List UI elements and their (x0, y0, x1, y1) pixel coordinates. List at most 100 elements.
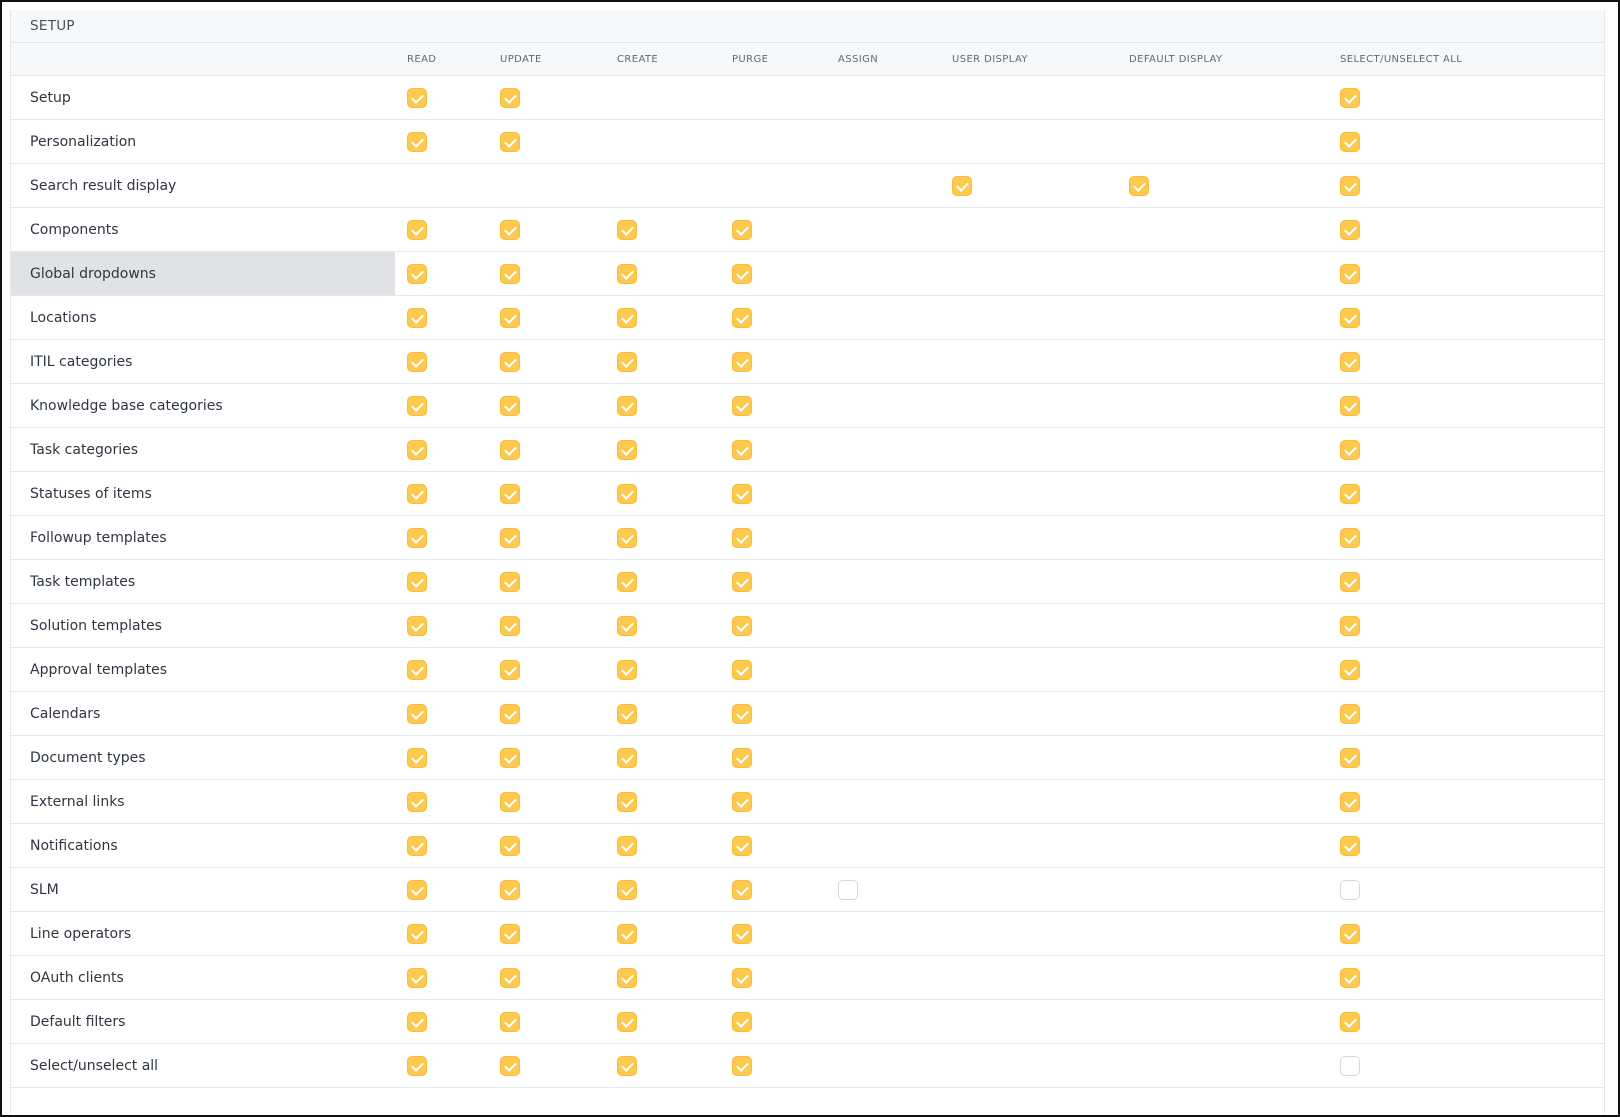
checkbox-read[interactable] (407, 351, 427, 372)
checkbox-create[interactable] (617, 967, 637, 988)
checkbox-create[interactable] (617, 835, 637, 856)
checkbox-purge[interactable] (732, 263, 752, 284)
checkbox-purge[interactable] (732, 527, 752, 548)
checkbox-create[interactable] (617, 483, 637, 504)
checkbox-select_all[interactable] (1340, 1055, 1360, 1076)
checkbox-read[interactable] (407, 615, 427, 636)
checkbox-select_all[interactable] (1340, 131, 1360, 152)
checkbox-create[interactable] (617, 219, 637, 240)
checkbox-purge[interactable] (732, 1055, 752, 1076)
checkbox-select_all[interactable] (1340, 527, 1360, 548)
checkbox-create[interactable] (617, 571, 637, 592)
checkbox-select_all[interactable] (1340, 175, 1360, 196)
checkbox-purge[interactable] (732, 219, 752, 240)
checkbox-select_all[interactable] (1340, 307, 1360, 328)
checkbox-select_all[interactable] (1340, 483, 1360, 504)
checkbox-update[interactable] (500, 923, 520, 944)
checkbox-read[interactable] (407, 527, 427, 548)
checkbox-purge[interactable] (732, 571, 752, 592)
checkbox-update[interactable] (500, 659, 520, 680)
checkbox-read[interactable] (407, 659, 427, 680)
checkbox-create[interactable] (617, 307, 637, 328)
checkbox-create[interactable] (617, 879, 637, 900)
checkbox-read[interactable] (407, 571, 427, 592)
checkbox-purge[interactable] (732, 967, 752, 988)
checkbox-update[interactable] (500, 263, 520, 284)
checkbox-user_display[interactable] (952, 175, 972, 196)
checkbox-purge[interactable] (732, 923, 752, 944)
checkbox-read[interactable] (407, 395, 427, 416)
checkbox-update[interactable] (500, 131, 520, 152)
checkbox-select_all[interactable] (1340, 395, 1360, 416)
checkbox-purge[interactable] (732, 791, 752, 812)
checkbox-select_all[interactable] (1340, 263, 1360, 284)
checkbox-select_all[interactable] (1340, 87, 1360, 108)
checkbox-create[interactable] (617, 527, 637, 548)
checkbox-update[interactable] (500, 483, 520, 504)
checkbox-read[interactable] (407, 835, 427, 856)
checkbox-update[interactable] (500, 87, 520, 108)
checkbox-purge[interactable] (732, 439, 752, 460)
checkbox-read[interactable] (407, 747, 427, 768)
checkbox-select_all[interactable] (1340, 1011, 1360, 1032)
checkbox-create[interactable] (617, 263, 637, 284)
checkbox-purge[interactable] (732, 835, 752, 856)
checkbox-purge[interactable] (732, 307, 752, 328)
checkbox-select_all[interactable] (1340, 351, 1360, 372)
checkbox-update[interactable] (500, 967, 520, 988)
checkbox-read[interactable] (407, 263, 427, 284)
checkbox-default_display[interactable] (1129, 175, 1149, 196)
checkbox-update[interactable] (500, 571, 520, 592)
checkbox-update[interactable] (500, 307, 520, 328)
checkbox-create[interactable] (617, 747, 637, 768)
checkbox-purge[interactable] (732, 351, 752, 372)
checkbox-update[interactable] (500, 747, 520, 768)
checkbox-read[interactable] (407, 131, 427, 152)
checkbox-read[interactable] (407, 1055, 427, 1076)
checkbox-read[interactable] (407, 967, 427, 988)
checkbox-update[interactable] (500, 835, 520, 856)
checkbox-select_all[interactable] (1340, 923, 1360, 944)
checkbox-purge[interactable] (732, 879, 752, 900)
checkbox-update[interactable] (500, 219, 520, 240)
checkbox-read[interactable] (407, 439, 427, 460)
checkbox-create[interactable] (617, 395, 637, 416)
checkbox-create[interactable] (617, 615, 637, 636)
checkbox-purge[interactable] (732, 659, 752, 680)
checkbox-create[interactable] (617, 791, 637, 812)
checkbox-purge[interactable] (732, 747, 752, 768)
checkbox-select_all[interactable] (1340, 615, 1360, 636)
checkbox-read[interactable] (407, 923, 427, 944)
checkbox-select_all[interactable] (1340, 571, 1360, 592)
checkbox-select_all[interactable] (1340, 439, 1360, 460)
checkbox-assign[interactable] (838, 879, 858, 900)
checkbox-create[interactable] (617, 351, 637, 372)
checkbox-purge[interactable] (732, 703, 752, 724)
checkbox-purge[interactable] (732, 395, 752, 416)
checkbox-read[interactable] (407, 483, 427, 504)
checkbox-create[interactable] (617, 659, 637, 680)
checkbox-read[interactable] (407, 703, 427, 724)
checkbox-update[interactable] (500, 439, 520, 460)
checkbox-select_all[interactable] (1340, 219, 1360, 240)
checkbox-create[interactable] (617, 439, 637, 460)
checkbox-select_all[interactable] (1340, 791, 1360, 812)
checkbox-purge[interactable] (732, 615, 752, 636)
checkbox-select_all[interactable] (1340, 967, 1360, 988)
checkbox-read[interactable] (407, 87, 427, 108)
checkbox-update[interactable] (500, 879, 520, 900)
checkbox-update[interactable] (500, 791, 520, 812)
checkbox-create[interactable] (617, 703, 637, 724)
checkbox-select_all[interactable] (1340, 659, 1360, 680)
checkbox-purge[interactable] (732, 1011, 752, 1032)
checkbox-create[interactable] (617, 1011, 637, 1032)
checkbox-update[interactable] (500, 703, 520, 724)
checkbox-select_all[interactable] (1340, 879, 1360, 900)
checkbox-update[interactable] (500, 351, 520, 372)
checkbox-read[interactable] (407, 879, 427, 900)
checkbox-read[interactable] (407, 307, 427, 328)
checkbox-create[interactable] (617, 1055, 637, 1076)
checkbox-update[interactable] (500, 395, 520, 416)
checkbox-update[interactable] (500, 527, 520, 548)
checkbox-read[interactable] (407, 219, 427, 240)
